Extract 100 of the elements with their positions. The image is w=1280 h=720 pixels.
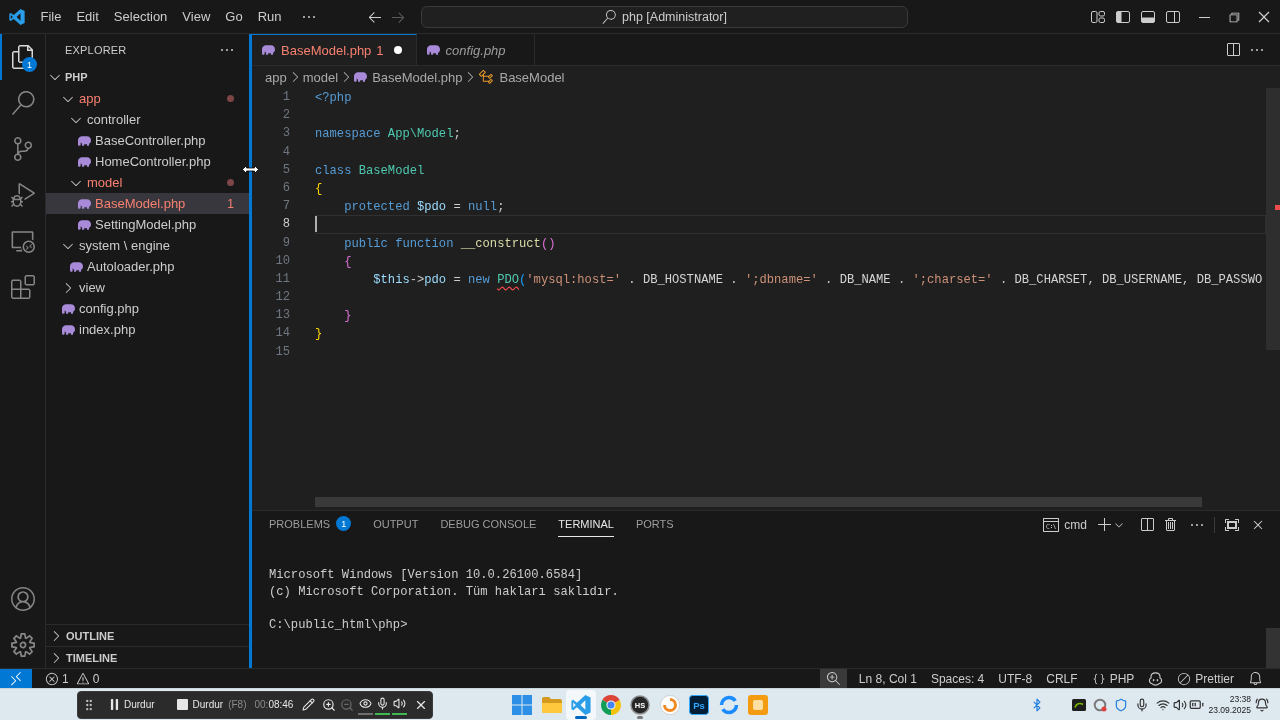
panel-tab[interactable]: PROBLEMS 1: [269, 511, 352, 537]
settings-icon: [10, 633, 35, 657]
line-number: 7: [281, 198, 290, 216]
clock[interactable]: 23:38 23.09.2025: [1208, 693, 1251, 716]
line-number: 13: [274, 307, 290, 325]
plus-icon[interactable]: [1097, 517, 1113, 533]
zoom-in-icon[interactable]: [322, 697, 337, 712]
elephant-icon: [70, 261, 83, 272]
menu-item[interactable]: File: [33, 4, 69, 29]
tree-item[interactable]: BaseModel.php 1: [46, 193, 249, 214]
elephant-icon: [262, 45, 275, 55]
pause-button[interactable]: Durdur: [110, 699, 155, 710]
speaker-icon[interactable]: [1172, 697, 1187, 712]
editor-tab[interactable]: BaseModel.php 1: [252, 34, 417, 65]
line-number: 3: [281, 125, 290, 143]
tree-item[interactable]: model: [46, 172, 249, 193]
layout-icon[interactable]: [1090, 8, 1106, 25]
panel-tab[interactable]: PORTS: [635, 511, 674, 537]
remote-button[interactable]: [0, 669, 32, 688]
microphone-icon[interactable]: [1135, 697, 1150, 712]
scrollbar-thumb[interactable]: [1266, 628, 1280, 668]
ring-icon[interactable]: [1093, 697, 1108, 712]
stop-button[interactable]: Durdur (F8): [176, 699, 247, 710]
line-number: 2: [281, 107, 290, 125]
circle-slash-icon: [1177, 671, 1192, 686]
encoding-status[interactable]: UTF-8: [991, 669, 1040, 688]
play-bug-icon: [10, 183, 35, 207]
unsaved-dot-icon[interactable]: [393, 46, 402, 54]
terminal-select-button[interactable]: cmd: [1043, 517, 1087, 533]
bell-icon[interactable]: [1255, 697, 1269, 712]
section-header[interactable]: OUTLINE: [46, 624, 249, 646]
pencil-icon[interactable]: [302, 698, 316, 711]
scrollbar-thumb[interactable]: [315, 497, 1202, 507]
breadcrumb-item[interactable]: app: [265, 69, 287, 85]
wifi-icon[interactable]: [1156, 697, 1171, 712]
panel-tab[interactable]: TERMINAL: [558, 511, 614, 537]
tree-item[interactable]: view: [46, 277, 249, 298]
app-logo-icon: [9, 8, 25, 25]
scrollbar-thumb[interactable]: [1266, 88, 1280, 350]
error-icon: [45, 671, 59, 686]
sidebar-toggle-icon[interactable]: [1115, 8, 1131, 25]
line-number: 14: [274, 325, 290, 343]
line-number: 9: [281, 234, 290, 252]
line-ending-status[interactable]: CRLF: [1039, 669, 1085, 688]
trash-icon[interactable]: [1163, 517, 1179, 533]
secondary-sidebar-toggle-icon[interactable]: [1165, 8, 1181, 25]
warning-icon: [75, 671, 90, 686]
line-number: 12: [274, 289, 290, 307]
line-number: 10: [274, 252, 290, 270]
formatter-status[interactable]: Prettier: [1170, 669, 1241, 688]
terminal-line: (c) Microsoft Corporation. Tüm hakları saklıdır.: [269, 583, 620, 601]
mic-toggle[interactable]: [375, 694, 391, 715]
tree-item[interactable]: index.php: [46, 319, 249, 340]
elephant-icon: [354, 72, 368, 82]
class-symbol-icon: [478, 69, 495, 85]
tree-item[interactable]: Autoloader.php: [46, 256, 249, 277]
zoom-status[interactable]: [819, 669, 847, 688]
bot-face-icon[interactable]: [1148, 671, 1164, 686]
tree-item[interactable]: app: [46, 88, 249, 109]
menu-item[interactable]: Go: [217, 4, 251, 29]
bell-icon[interactable]: [1248, 671, 1263, 686]
sidebar-title: EXPLORER: [65, 44, 127, 56]
tile-icon[interactable]: [1072, 698, 1087, 711]
breadcrumb-item[interactable]: BaseModel.php: [354, 69, 463, 85]
language-status[interactable]: PHP: [1084, 669, 1142, 688]
tree-item[interactable]: config.php: [46, 298, 249, 319]
code-line: namespace App\Model;: [315, 126, 461, 143]
tree-item[interactable]: HomeController.php: [46, 151, 249, 172]
tree-item[interactable]: system \ engine: [46, 235, 249, 256]
split-terminal-icon[interactable]: [1139, 517, 1155, 533]
breadcrumb-item[interactable]: BaseModel: [478, 69, 565, 85]
elephant-icon: [78, 198, 91, 209]
panel-toggle-icon[interactable]: [1140, 8, 1156, 25]
tree-item[interactable]: SettingModel.php: [46, 214, 249, 235]
menu-item[interactable]: Run: [250, 4, 289, 29]
line-number: 11: [274, 270, 290, 288]
maximize-icon[interactable]: [1224, 517, 1240, 533]
problems-status[interactable]: 1 0: [38, 669, 107, 688]
workspace-header[interactable]: PHP: [46, 66, 249, 88]
code-line: public function __construct(): [343, 235, 556, 252]
cursor-position-status[interactable]: Ln 8, Col 1: [851, 669, 924, 688]
command-search-field[interactable]: php [Administrator]: [421, 5, 908, 28]
split-editor-icon[interactable]: [1225, 41, 1241, 58]
menu-item[interactable]: Edit: [68, 4, 107, 29]
panel-tab[interactable]: DEBUG CONSOLE: [440, 511, 537, 537]
count-badge: 1: [336, 516, 352, 531]
indentation-status[interactable]: Spaces: 4: [923, 669, 992, 688]
menu-item[interactable]: Selection: [106, 4, 175, 29]
terminal-line: C:\public_html\php>: [269, 617, 409, 634]
menu-item[interactable]: View: [174, 4, 218, 29]
tree-item[interactable]: BaseController.php: [46, 130, 249, 151]
elephant-icon: [426, 45, 440, 55]
tree-item[interactable]: controller: [46, 109, 249, 130]
breadcrumb-item[interactable]: model: [302, 69, 339, 85]
panel-tab[interactable]: OUTPUT: [373, 511, 419, 537]
speaker-icon: [393, 697, 407, 710]
battery-icon[interactable]: [1189, 697, 1205, 712]
line-number: 4: [281, 143, 290, 161]
search-icon: [602, 9, 617, 24]
shield-icon[interactable]: [1114, 697, 1129, 712]
